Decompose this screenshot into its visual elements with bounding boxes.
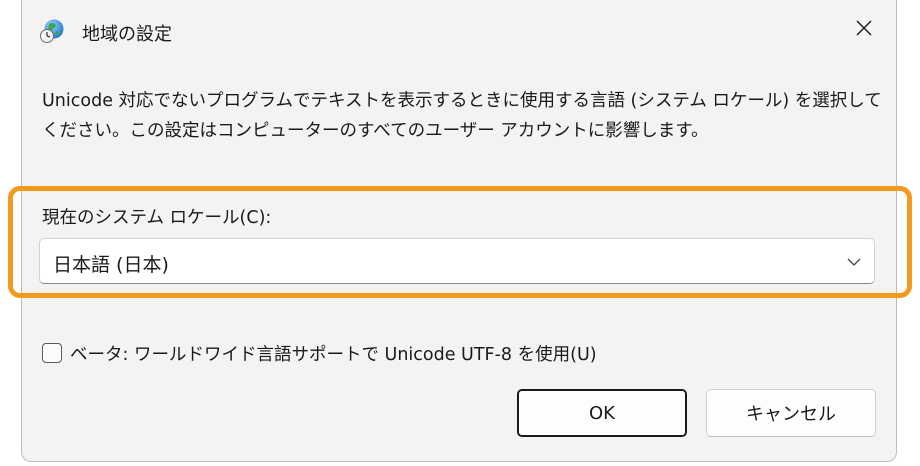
system-locale-group: 現在のシステム ロケール(C): 日本語 (日本) [8, 186, 918, 302]
close-icon [855, 19, 873, 41]
dialog-title: 地域の設定 [82, 24, 172, 45]
system-locale-label: 現在のシステム ロケール(C): [42, 208, 272, 228]
globe-clock-icon [39, 18, 65, 44]
ok-button[interactable]: OK [517, 389, 687, 437]
region-settings-dialog: 地域の設定 Unicode 対応でないプログラムでテキストを表示するときに使用す… [8, 0, 912, 462]
selected-locale-value: 日本語 (日本) [53, 254, 169, 276]
beta-utf8-checkbox[interactable] [42, 343, 62, 363]
beta-utf8-label: ベータ: ワールドワイド言語サポートで Unicode UTF-8 を使用(U) [70, 344, 597, 365]
system-locale-dropdown[interactable]: 日本語 (日本) [39, 238, 875, 284]
description-text: Unicode 対応でないプログラムでテキストを表示するときに使用する言語 (シ… [42, 91, 882, 141]
title-bar: 地域の設定 [22, 0, 896, 62]
beta-utf8-option[interactable]: ベータ: ワールドワイド言語サポートで Unicode UTF-8 を使用(U) [42, 340, 597, 366]
close-button[interactable] [846, 12, 882, 48]
chevron-down-icon [846, 254, 862, 270]
cancel-button[interactable]: キャンセル [706, 389, 876, 437]
